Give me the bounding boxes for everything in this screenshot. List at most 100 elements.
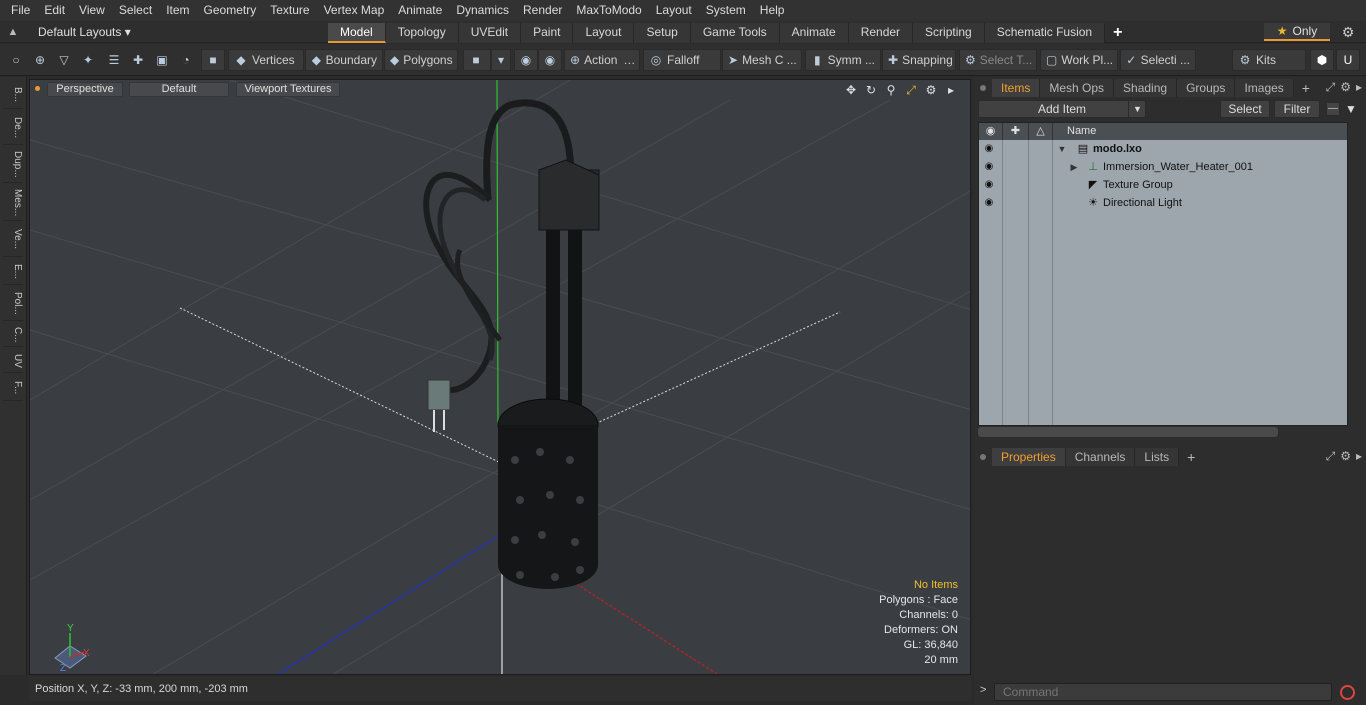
action-center-button[interactable]: ⊕ Action… — [564, 49, 640, 71]
falloff-button[interactable]: ◎ Falloff — [643, 49, 721, 71]
tab-render[interactable]: Render — [848, 23, 914, 43]
rotate-view-icon[interactable]: ↻ — [864, 82, 878, 98]
3d-viewport[interactable]: Y X Z Perspective Default Viewport Textu… — [29, 79, 971, 675]
tab-schematic-fusion[interactable]: Schematic Fusion — [984, 23, 1106, 43]
lock-column-icon[interactable]: ✚ — [1003, 123, 1029, 140]
tree-row-scene[interactable]: ◉ ▼ ▤ modo.lxo — [979, 140, 1347, 158]
render-column-icon[interactable]: △ — [1029, 123, 1053, 140]
select-through-button[interactable]: ⚙ Select T... — [959, 49, 1037, 71]
menu-texture[interactable]: Texture — [263, 0, 316, 21]
select-circle-tool-button[interactable]: ○ — [4, 49, 28, 71]
add-items-tab-button[interactable]: + — [1294, 79, 1318, 97]
menu-animate[interactable]: Animate — [391, 0, 449, 21]
menu-file[interactable]: File — [4, 0, 37, 21]
expand-triangle-icon[interactable]: ▶ — [1069, 158, 1079, 176]
sym-shield-button[interactable]: ◉ — [514, 49, 538, 71]
align-tool-button[interactable]: ☰ — [102, 49, 126, 71]
eye-icon[interactable]: ◉ — [983, 179, 995, 191]
viewport-gear-icon[interactable]: ⚙ — [924, 82, 938, 98]
maximize-icon[interactable]: ⤢ — [904, 82, 918, 98]
left-tab-curve[interactable]: C... — [3, 323, 23, 347]
tab-paint[interactable]: Paint — [521, 23, 574, 43]
menu-item[interactable]: Item — [159, 0, 196, 21]
record-macro-icon[interactable] — [1340, 685, 1355, 700]
layout-gear-icon[interactable]: ⚙ — [1340, 24, 1356, 40]
symmetry-button[interactable]: ▮ Symm ... — [805, 49, 881, 71]
tree-row-texture-group[interactable]: ◉ ◤ Texture Group — [979, 176, 1347, 194]
boundary-mode-button[interactable]: ◆ Boundary — [305, 49, 383, 71]
material-dropdown-button[interactable]: ▾ — [491, 49, 511, 71]
item-mode-button[interactable]: ■ — [201, 49, 225, 71]
viewport-textures-button[interactable]: Viewport Textures — [236, 82, 340, 97]
frame-tool-button[interactable]: ▣ — [150, 49, 174, 71]
menu-system[interactable]: System — [699, 0, 753, 21]
snapping-button[interactable]: ✚ Snapping — [882, 49, 956, 71]
menu-edit[interactable]: Edit — [37, 0, 72, 21]
perspective-view-button[interactable]: Perspective — [47, 82, 123, 97]
zoom-icon[interactable]: ⚲ — [884, 82, 898, 98]
add-layout-tab-button[interactable]: + — [1105, 23, 1130, 43]
expand-panel-icon[interactable]: ⤢ — [1326, 80, 1336, 95]
left-tab-deform[interactable]: De... — [3, 111, 23, 145]
tab-properties[interactable]: Properties — [992, 448, 1066, 466]
properties-gear-icon[interactable]: ⚙ — [1340, 449, 1351, 464]
left-tab-duplicate[interactable]: Dup... — [3, 147, 23, 183]
left-tab-basic[interactable]: B... — [3, 81, 23, 109]
globe-tool-button[interactable]: ⊕ — [28, 49, 52, 71]
kits-button[interactable]: ⚙ Kits — [1232, 49, 1306, 71]
left-tab-mesh-edit[interactable]: Mes... — [3, 185, 23, 221]
items-gear-icon[interactable]: ⚙ — [1340, 80, 1351, 95]
items-horizontal-scrollbar[interactable] — [978, 427, 1278, 437]
menu-vertex-map[interactable]: Vertex Map — [317, 0, 392, 21]
rotate-tool-button[interactable]: ◔ — [174, 49, 198, 71]
properties-panel-menu-dot[interactable] — [980, 454, 986, 460]
tab-groups[interactable]: Groups — [1177, 79, 1236, 97]
sym-shield2-button[interactable]: ◉ — [538, 49, 562, 71]
add-item-button[interactable]: Add Item — [978, 100, 1146, 118]
eye-icon[interactable]: ◉ — [983, 143, 995, 155]
filter-button[interactable]: Filter — [1274, 100, 1320, 118]
eye-icon[interactable]: ◉ — [983, 197, 995, 209]
polygons-mode-button[interactable]: ◆ Polygons — [384, 49, 458, 71]
menu-select[interactable]: Select — [112, 0, 159, 21]
left-tab-edge[interactable]: E... — [3, 259, 23, 285]
tab-layout[interactable]: Layout — [573, 23, 635, 43]
tab-model[interactable]: Model — [328, 23, 386, 43]
items-tree[interactable]: ◉ ✚ △ Name ◉ ▼ ▤ modo.lxo ◉ ▶ ⊥ Immersio… — [978, 122, 1348, 426]
shading-style-button[interactable]: Default — [129, 82, 229, 97]
layout-selector[interactable]: Default Layouts ▾ — [28, 23, 141, 41]
brush-tool-button[interactable]: ✦ — [76, 49, 100, 71]
viewport-menu-dot[interactable] — [35, 86, 40, 91]
menu-help[interactable]: Help — [753, 0, 792, 21]
tab-game-tools[interactable]: Game Tools — [690, 23, 780, 43]
tab-images[interactable]: Images — [1235, 79, 1294, 97]
name-column-header[interactable]: Name — [1053, 123, 1347, 140]
pen-tool-button[interactable]: ▽ — [52, 49, 76, 71]
vertices-mode-button[interactable]: ◆ Vertices — [228, 49, 304, 71]
left-tab-uv[interactable]: UV — [3, 349, 23, 373]
unreal-button[interactable]: U — [1336, 49, 1360, 71]
funnel-icon[interactable]: ▼ — [1344, 102, 1358, 116]
tab-topology[interactable]: Topology — [385, 23, 459, 43]
only-toggle-button[interactable]: ★ Only — [1264, 23, 1330, 41]
select-button[interactable]: Select — [1220, 100, 1270, 118]
pan-icon[interactable]: ✥ — [844, 82, 858, 98]
menu-view[interactable]: View — [72, 0, 112, 21]
tab-items[interactable]: Items — [992, 79, 1041, 97]
left-tab-fusion[interactable]: F... — [3, 375, 23, 401]
menu-render[interactable]: Render — [516, 0, 569, 21]
tree-row-light[interactable]: ◉ ☀ Directional Light — [979, 194, 1347, 212]
tab-channels[interactable]: Channels — [1065, 448, 1136, 466]
properties-arrow-icon[interactable]: ▸ — [1356, 449, 1362, 464]
center-tool-button[interactable]: ✚ — [126, 49, 150, 71]
expand-properties-icon[interactable]: ⤢ — [1326, 449, 1336, 464]
menu-dynamics[interactable]: Dynamics — [449, 0, 516, 21]
left-tab-polygon[interactable]: Pol... — [3, 287, 23, 321]
items-panel-menu-dot[interactable] — [980, 85, 986, 91]
tab-setup[interactable]: Setup — [634, 23, 691, 43]
command-input[interactable] — [994, 683, 1332, 701]
eye-icon[interactable]: ◉ — [983, 161, 995, 173]
tree-row-mesh[interactable]: ◉ ▶ ⊥ Immersion_Water_Heater_001 — [979, 158, 1347, 176]
layout-home-icon[interactable]: ▲ — [6, 25, 20, 39]
tab-shading[interactable]: Shading — [1114, 79, 1178, 97]
